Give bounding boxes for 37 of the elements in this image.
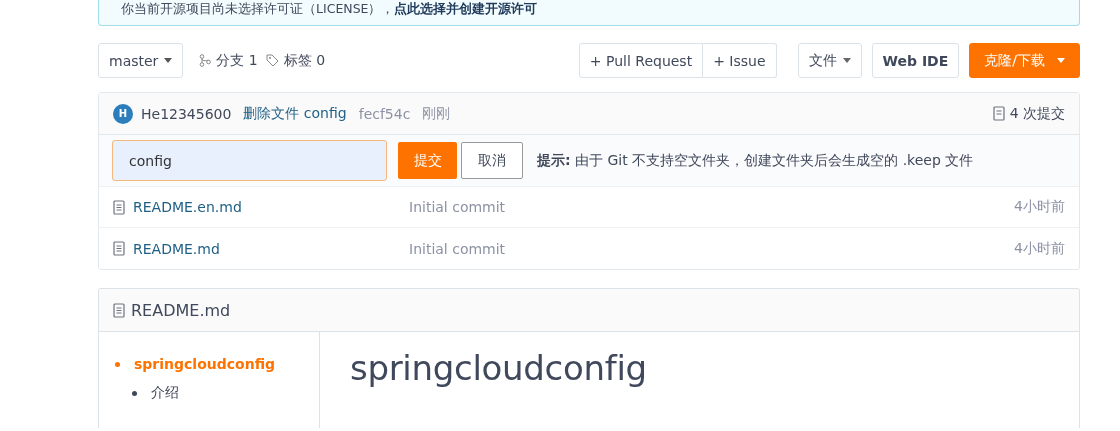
cancel-button[interactable]: 取消 [461,142,523,179]
caret-icon [164,58,173,63]
hint-text: 提示: 由于 Git 不支持空文件夹，创建文件夹后会生成空的 .keep 文件 [537,151,974,170]
author-link[interactable]: He12345600 [141,105,232,122]
file-dropdown[interactable]: 文件 [797,43,862,78]
tag-icon [265,54,279,67]
commit-time: 4小时前 [1014,239,1065,258]
commits-icon [992,106,1005,121]
tag-count[interactable]: 标签 0 [283,51,326,70]
file-link[interactable]: README.en.md [133,199,409,215]
toc-link[interactable]: 介绍 [151,384,179,402]
branch-icon [199,54,212,67]
bullet-icon [115,361,120,367]
notice-text: 你当前开源项目尚未选择许可证（LICENSE）， [121,1,395,18]
branch-count[interactable]: 分支 1 [216,51,258,70]
file-link[interactable]: README.md [133,240,409,257]
commit-time: 4小时前 [1014,198,1065,216]
toolbar-button[interactable]: + Pull Request [578,43,704,78]
web-ide-button[interactable]: Web IDE [871,43,960,78]
commit-message: Initial commit [409,240,506,257]
readme-heading: springcloudconfig [350,348,647,388]
toolbar-button[interactable]: + Issue [703,43,777,78]
commit-message: Initial commit [409,199,506,215]
readme-title: README.md [131,300,231,320]
branch-dropdown[interactable]: master [98,43,184,78]
caret-icon [1057,58,1065,63]
commit-time: 刚刚 [422,104,451,123]
file-icon [113,241,125,256]
file-icon [113,199,125,215]
bullet-icon [132,390,137,396]
user-avatar: H [113,103,133,124]
caret-icon [842,58,851,63]
file-icon [113,302,125,318]
commit-count[interactable]: 4 次提交 [1009,104,1065,123]
license-link[interactable]: 点此选择并创建开源许可 [394,1,538,18]
commit-message[interactable]: 删除文件 config [243,104,347,123]
folder-name-field[interactable]: config [112,140,387,181]
